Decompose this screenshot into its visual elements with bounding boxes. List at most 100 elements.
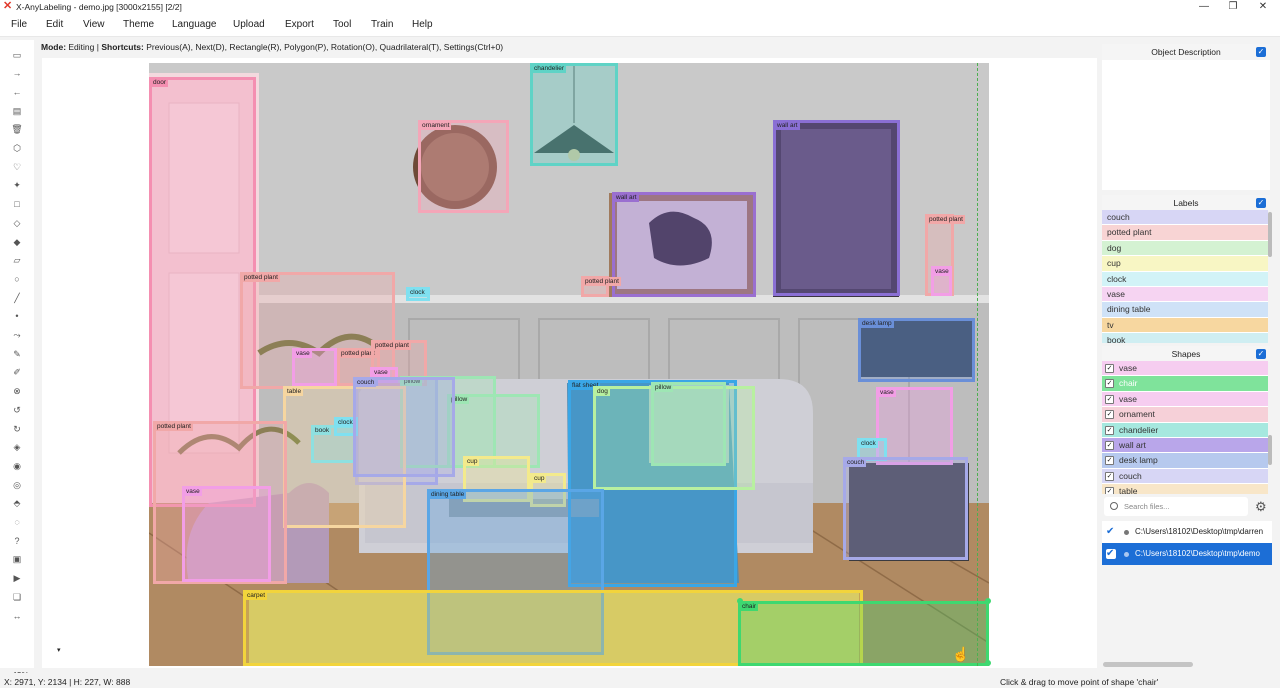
chair-vertex-handle[interactable] — [985, 660, 991, 666]
bbox-label: vase — [878, 388, 896, 397]
cube-icon[interactable]: ◇ — [10, 216, 24, 230]
bbox-wall-art[interactable] — [773, 120, 900, 296]
shape-item[interactable]: ✓ chair — [1102, 376, 1268, 392]
line-icon[interactable]: ╱ — [10, 291, 24, 305]
shape-visibility-checkbox[interactable]: ✓ — [1105, 440, 1114, 450]
description-toggle-checkbox[interactable]: ✓ — [1256, 47, 1266, 57]
label-item[interactable]: vase — [1102, 286, 1268, 303]
quadrilateral-icon[interactable]: ▱ — [10, 254, 24, 268]
delete-icon[interactable]: 🗑 — [10, 123, 24, 137]
gear-icon[interactable]: ⚙ — [1255, 499, 1267, 515]
file-search-box[interactable]: Search files... — [1104, 497, 1248, 516]
fit-width-icon[interactable]: ↔ — [10, 609, 24, 623]
minimize-button[interactable]: — — [1190, 0, 1218, 14]
save-icon[interactable]: ▤ — [10, 104, 24, 118]
menu-theme[interactable]: Theme — [123, 19, 154, 30]
image-icon[interactable]: ▣ — [10, 553, 24, 567]
open-icon[interactable]: ▭ — [10, 48, 24, 62]
shape-visibility-checkbox[interactable]: ✓ — [1105, 456, 1114, 466]
undo-icon[interactable]: ↺ — [10, 403, 24, 417]
scroll-down-icon[interactable]: ▾ — [57, 646, 61, 654]
next-image-icon[interactable]: → — [10, 67, 24, 81]
ai-mask-icon[interactable]: ◈ — [10, 441, 24, 455]
shape-item[interactable]: ✓ chandelier — [1102, 422, 1268, 438]
label-item[interactable]: couch — [1102, 210, 1268, 226]
magic-icon[interactable]: ✦ — [10, 179, 24, 193]
menu-help[interactable]: Help — [412, 19, 433, 30]
rotation-icon[interactable]: ◆ — [10, 235, 24, 249]
edit-icon[interactable]: ✐ — [10, 366, 24, 380]
close-button[interactable]: ✕ — [1249, 0, 1277, 14]
redo-icon[interactable]: ↻ — [10, 422, 24, 436]
label-item[interactable]: dog — [1102, 240, 1268, 257]
bbox-couch[interactable] — [353, 377, 455, 477]
shape-visibility-checkbox[interactable]: ✓ — [1105, 487, 1114, 494]
bbox-label: vase — [933, 267, 951, 276]
shape-item[interactable]: ✓ couch — [1102, 468, 1268, 485]
label-list-scrollbar[interactable] — [1268, 212, 1272, 257]
label-item[interactable]: book — [1102, 333, 1268, 343]
label-item[interactable]: potted plant — [1102, 225, 1268, 241]
description-textbox[interactable] — [1102, 60, 1270, 190]
bbox-pillow[interactable] — [651, 382, 726, 466]
prev-image-icon[interactable]: ← — [10, 85, 24, 99]
linestrip-icon[interactable]: ⤳ — [10, 329, 24, 343]
menu-edit[interactable]: Edit — [46, 19, 63, 30]
bbox-ornament[interactable] — [418, 120, 509, 213]
bbox-label: potted plant — [155, 422, 193, 431]
brush-icon[interactable]: ✎ — [10, 347, 24, 361]
file-checkbox[interactable]: ✔ — [1106, 549, 1116, 559]
shapes-toggle-checkbox[interactable]: ✓ — [1256, 349, 1266, 359]
shape-item[interactable]: ✓ vase — [1102, 391, 1268, 408]
bbox-vase[interactable] — [182, 486, 271, 582]
shape-visibility-checkbox[interactable]: ✓ — [1105, 364, 1114, 373]
chair-vertex-handle[interactable] — [985, 598, 991, 604]
shape-item[interactable]: ✓ table — [1102, 484, 1268, 494]
label-item[interactable]: cup — [1102, 256, 1268, 272]
label-item[interactable]: dining table — [1102, 302, 1268, 318]
label-item[interactable]: tv — [1102, 317, 1268, 334]
polygon-icon[interactable]: ⬡ — [10, 142, 24, 156]
file-checkbox[interactable]: ✔ — [1106, 527, 1116, 537]
menu-train[interactable]: Train — [371, 19, 393, 30]
target-icon[interactable]: ◎ — [10, 478, 24, 492]
file-list-item-selected[interactable]: ✔ C:\Users\18102\Desktop\tmp\demo — [1102, 543, 1272, 565]
menu-language[interactable]: Language — [172, 19, 217, 30]
maximize-button[interactable]: ❐ — [1219, 0, 1247, 14]
shape-item[interactable]: ✓ ornament — [1102, 407, 1268, 423]
bbox-couch[interactable] — [843, 457, 968, 560]
video-icon[interactable]: ▶ — [10, 572, 24, 586]
label-item[interactable]: clock — [1102, 271, 1268, 287]
shape-visibility-checkbox[interactable]: ✓ — [1105, 394, 1114, 404]
menu-view[interactable]: View — [83, 19, 105, 30]
help-icon[interactable]: ? — [10, 534, 24, 548]
bbox-vase[interactable] — [876, 387, 953, 465]
shape-item[interactable]: ✓ desk lamp — [1102, 453, 1268, 469]
rectangle-icon[interactable]: □ — [10, 198, 24, 212]
point-icon[interactable]: • — [10, 310, 24, 324]
menu-export[interactable]: Export — [285, 19, 314, 30]
menu-file[interactable]: File — [11, 19, 27, 30]
menu-upload[interactable]: Upload — [233, 19, 265, 30]
shape-visibility-checkbox[interactable]: ✓ — [1105, 379, 1114, 389]
circle-icon[interactable]: ○ — [10, 272, 24, 286]
cancel-icon[interactable]: ⊗ — [10, 385, 24, 399]
shape-visibility-checkbox[interactable]: ✓ — [1105, 410, 1114, 420]
shape-visibility-checkbox[interactable]: ✓ — [1105, 471, 1114, 481]
file-list-item[interactable]: ✔ C:\Users\18102\Desktop\tmp\darren — [1102, 521, 1272, 543]
bbox-wall-art[interactable] — [612, 192, 756, 297]
shape-visibility-checkbox[interactable]: ✓ — [1105, 425, 1114, 435]
bbox-chandelier[interactable] — [530, 63, 618, 166]
shape-item[interactable]: ✓ vase — [1102, 361, 1268, 377]
chair-vertex-handle[interactable] — [737, 598, 743, 604]
copy-icon[interactable]: ❏ — [10, 590, 24, 604]
shape-list-scrollbar[interactable] — [1268, 435, 1272, 465]
shape-item[interactable]: ✓ wall art — [1102, 437, 1268, 454]
labels-toggle-checkbox[interactable]: ✓ — [1256, 198, 1266, 208]
chat-icon[interactable]: ◌ — [10, 516, 24, 530]
menu-tool[interactable]: Tool — [333, 19, 351, 30]
panel-horizontal-scrollbar[interactable] — [1103, 662, 1193, 667]
ai-icon[interactable]: ♡ — [10, 160, 24, 174]
group-icon[interactable]: ⬘ — [10, 497, 24, 511]
visibility-icon[interactable]: ◉ — [10, 459, 24, 473]
